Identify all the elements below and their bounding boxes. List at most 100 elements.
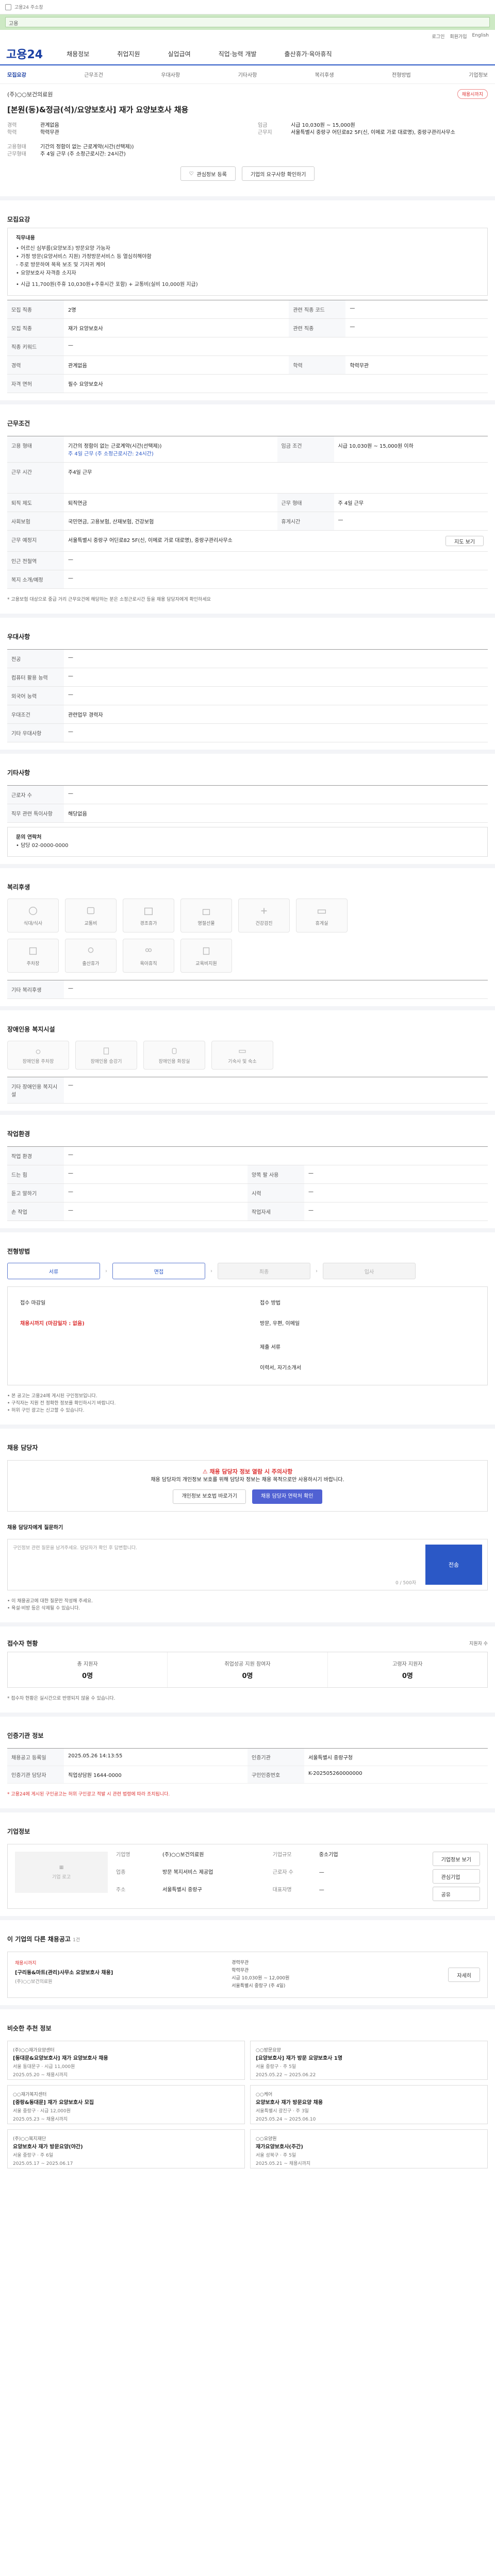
duty-line: - 주로 방문하여 목욕 보조 및 기저귀 케어 <box>16 262 106 268</box>
welfare-item: 교육비지원 <box>180 939 232 973</box>
etc-title: 기타사항 <box>7 769 30 776</box>
rec-card[interactable]: (주)○○복지재단 요양보호사 재가 방문요양(야간) 서울 중랑구 · 주 6일 2… <box>7 2129 245 2168</box>
reginfo-note: * 고용24에 게시된 구인공고는 허위 구인광고 적발 시 관련 법령에 따라… <box>7 1792 170 1797</box>
screen-notes: • 본 공고는 고용24에 게시된 구인정보입니다. • 구직자는 지원 전 정… <box>7 1394 116 1413</box>
workenv-title: 작업환경 <box>7 1130 30 1138</box>
disable-item: 기숙사 및 숙소 <box>211 1041 273 1070</box>
table-row: 모집 직종 재가 요양보호사 관련 직종 — <box>7 318 488 337</box>
rec-card[interactable]: ○○요양원 재가요양보호사(주간) 서울 성북구 · 주 5일 2025.05.21 … <box>250 2129 488 2168</box>
gnb-item-support[interactable]: 취업지원 <box>117 49 140 58</box>
site-logo[interactable]: 고용24 <box>6 45 43 62</box>
tab-recruit[interactable]: 모집요강 <box>7 71 26 78</box>
divider <box>0 864 495 868</box>
welfare-grid: 식대/식사 교통비 경조휴가 명절선물 건강검진 휴게실 주차장 출산휴가 육아… <box>0 895 495 976</box>
tab-pref[interactable]: 우대사항 <box>161 71 180 78</box>
family-icon <box>145 948 152 952</box>
stat-participant: 취업성공 지원 참여자 0명 <box>168 1652 328 1687</box>
save-interest-button[interactable]: ♡ 관심정보 등록 <box>180 166 236 181</box>
process-steps: 서류 › 면접 › 최종 › 입사 <box>0 1260 495 1282</box>
share-button[interactable]: 공유 <box>432 1887 480 1901</box>
green-banner-input[interactable]: 고용 <box>5 17 490 27</box>
divider <box>0 1425 495 1429</box>
duty-line: • 가정 방문(요양서비스 지원) 가정방문서비스 등 열심히해야함 <box>16 254 152 260</box>
table-row: 경력 관계없음 학력 학력무관 <box>7 355 488 375</box>
disable-item: 장애인용 주차장 <box>7 1041 69 1070</box>
tab-etc[interactable]: 기타사항 <box>238 71 257 78</box>
inquiry-textarea[interactable]: 구인정보 관련 질문을 남겨주세요. 담당자가 확인 후 답변합니다. 0 / 5… <box>8 1539 420 1590</box>
login-link[interactable]: 로그인 <box>432 33 445 40</box>
workcond-table: 고용 형태 기간의 정함이 없는 근로계약(시간(선택제)) 주 4일 근무 (주 … <box>7 436 488 589</box>
stat-senior: 고령자 지원자 0명 <box>392 1662 423 1680</box>
gnb-menu: 채용정보 취업지원 실업급여 직업·능력 개발 출산휴가·육아휴직 <box>67 49 332 58</box>
summary-career: 경력 관계없음 <box>7 123 59 128</box>
table-row: 인근 전철역 — <box>7 551 488 570</box>
disable-extra-table: 기타 장애인용 복지시설 — <box>7 1077 488 1104</box>
tab-company[interactable]: 기업정보 <box>469 71 488 78</box>
rec-card[interactable]: ○○재가복지센터 [중랑&동대문] 재가 요양보호사 모집 서울 중랑구 · 시급 … <box>7 2085 245 2124</box>
toilet-icon <box>172 1047 177 1054</box>
company-detail-button[interactable]: 기업정보 보기 <box>432 1852 480 1866</box>
welfare-extra-table: 기타 복리후생 — <box>7 980 488 999</box>
stat-total: 총 지원자 0명 <box>8 1652 168 1687</box>
summary-wage: 임금 시급 10,030원 ~ 15,000원 <box>258 123 355 128</box>
gnb-item-benefit[interactable]: 실업급여 <box>168 49 190 58</box>
calendar-icon <box>144 907 153 915</box>
status-note: * 접수자 현황은 실시간으로 반영되지 않을 수 있습니다. <box>7 1696 116 1701</box>
app-icon <box>5 4 11 10</box>
table-row: 복지 소개/예정 — <box>7 570 488 589</box>
send-button[interactable]: 전송 <box>425 1545 482 1585</box>
disable-title: 장애인용 복지시설 <box>7 1026 55 1033</box>
table-row: 드는 힘 — 양쪽 팔 사용 — <box>7 1165 488 1184</box>
welfare-item: 주차장 <box>7 939 59 973</box>
step-interview: 면접 <box>112 1263 205 1279</box>
gnb-item-jobs[interactable]: 채용정보 <box>67 49 89 58</box>
signup-link[interactable]: 회원가입 <box>450 33 467 40</box>
tab-screen[interactable]: 전형방법 <box>392 71 411 78</box>
table-row: 직무 관련 특이사항 해당없음 <box>7 804 488 823</box>
disable-grid: 장애인용 주차장 장애인용 승강기 장애인용 화장실 기숙사 및 숙소 <box>0 1038 495 1073</box>
rec-card[interactable]: ○○방문요양 [요양보호사] 재가 방문 요양보호사 1명 서울 중랑구 · 주 5… <box>250 2041 488 2080</box>
arrow-right-icon: › <box>105 1268 107 1274</box>
favorite-company-button[interactable]: 관심기업 <box>432 1869 480 1884</box>
other-job-card[interactable]: 채용시까지 [구리동&마트(관리)사무소 요양보호사 채용] (주)○○보건의료… <box>7 1952 488 1998</box>
gnb-item-leave[interactable]: 출산휴가·육아휴직 <box>285 49 332 58</box>
duty-title: 직무내용 <box>16 235 35 241</box>
step-document: 서류 <box>7 1263 100 1279</box>
heart-icon: ♡ <box>189 171 194 177</box>
welfare-title: 복리후생 <box>7 884 30 891</box>
table-row: 기타 우대사항 — <box>7 723 488 742</box>
summary-employment: 고용형태 기간의 정함이 없는 근로계약(시간(선택제)) <box>7 144 134 150</box>
workcond-note: * 고용보험 대상으로 중급 거리 근무요건에 해당하는 분은 소정근로시간 등… <box>7 597 211 602</box>
divider <box>0 1916 495 1920</box>
recruit-title: 모집요강 <box>7 216 30 223</box>
other-job-detail-button[interactable]: 자세히 <box>448 1968 481 1982</box>
view-contact-button[interactable]: 채용 담당자 연락처 확인 <box>252 1489 322 1504</box>
map-button[interactable]: 지도 보기 <box>446 536 484 546</box>
arrow-right-icon: › <box>210 1268 212 1274</box>
table-row: 듣고 말하기 — 시력 — <box>7 1183 488 1202</box>
inquiry-box: 구인정보 관련 질문을 남겨주세요. 담당자가 확인 후 답변합니다. 0 / 5… <box>7 1539 488 1590</box>
privacy-law-button[interactable]: 개인정보 보호법 바로가기 <box>173 1489 246 1504</box>
table-row: 우대조건 관련업무 경력자 <box>7 705 488 724</box>
tab-workcond[interactable]: 근무조건 <box>84 71 103 78</box>
table-row: 모집 직종 2명 관련 직종 코드 — <box>7 300 488 319</box>
job-title: [본원(동)&정금(석)/요양보호사] 재가 요양보호사 채용 <box>7 105 189 114</box>
rec-card[interactable]: (주)○○재가요양센터 [동대문&요양보호사] 재가 요양보호사 채용 서울 동대문… <box>7 2041 245 2080</box>
requirements-button[interactable]: 기업의 요구사항 확인하기 <box>241 166 315 181</box>
char-counter: 0 / 500자 <box>395 1581 416 1586</box>
rec-card[interactable]: ○○케어 요양보호사 재가 방문요양 채용 서울특별시 광진구 · 주 3일 2025… <box>250 2085 488 2124</box>
action-buttons: ♡ 관심정보 등록 기업의 요구사항 확인하기 <box>0 158 495 189</box>
status-more-link[interactable]: 지원자 수 <box>469 1640 488 1647</box>
gnb-item-training[interactable]: 직업·능력 개발 <box>219 49 257 58</box>
company-name[interactable]: (주)○○보건의료원 <box>7 90 53 98</box>
screen-title: 전형방법 <box>7 1248 30 1255</box>
company-title: 기업정보 <box>7 1828 30 1835</box>
table-row: 작업 환경 — <box>7 1146 488 1165</box>
english-link[interactable]: English <box>472 33 489 40</box>
browser-title: 고용24 주소창 <box>14 5 43 10</box>
workcond-title: 근무조건 <box>7 420 30 427</box>
welfare-item: 건강검진 <box>238 899 290 933</box>
contact-label: 문의 연락처 <box>16 835 42 840</box>
tab-welfare[interactable]: 복리후생 <box>315 71 334 78</box>
sofa-icon <box>317 909 326 913</box>
